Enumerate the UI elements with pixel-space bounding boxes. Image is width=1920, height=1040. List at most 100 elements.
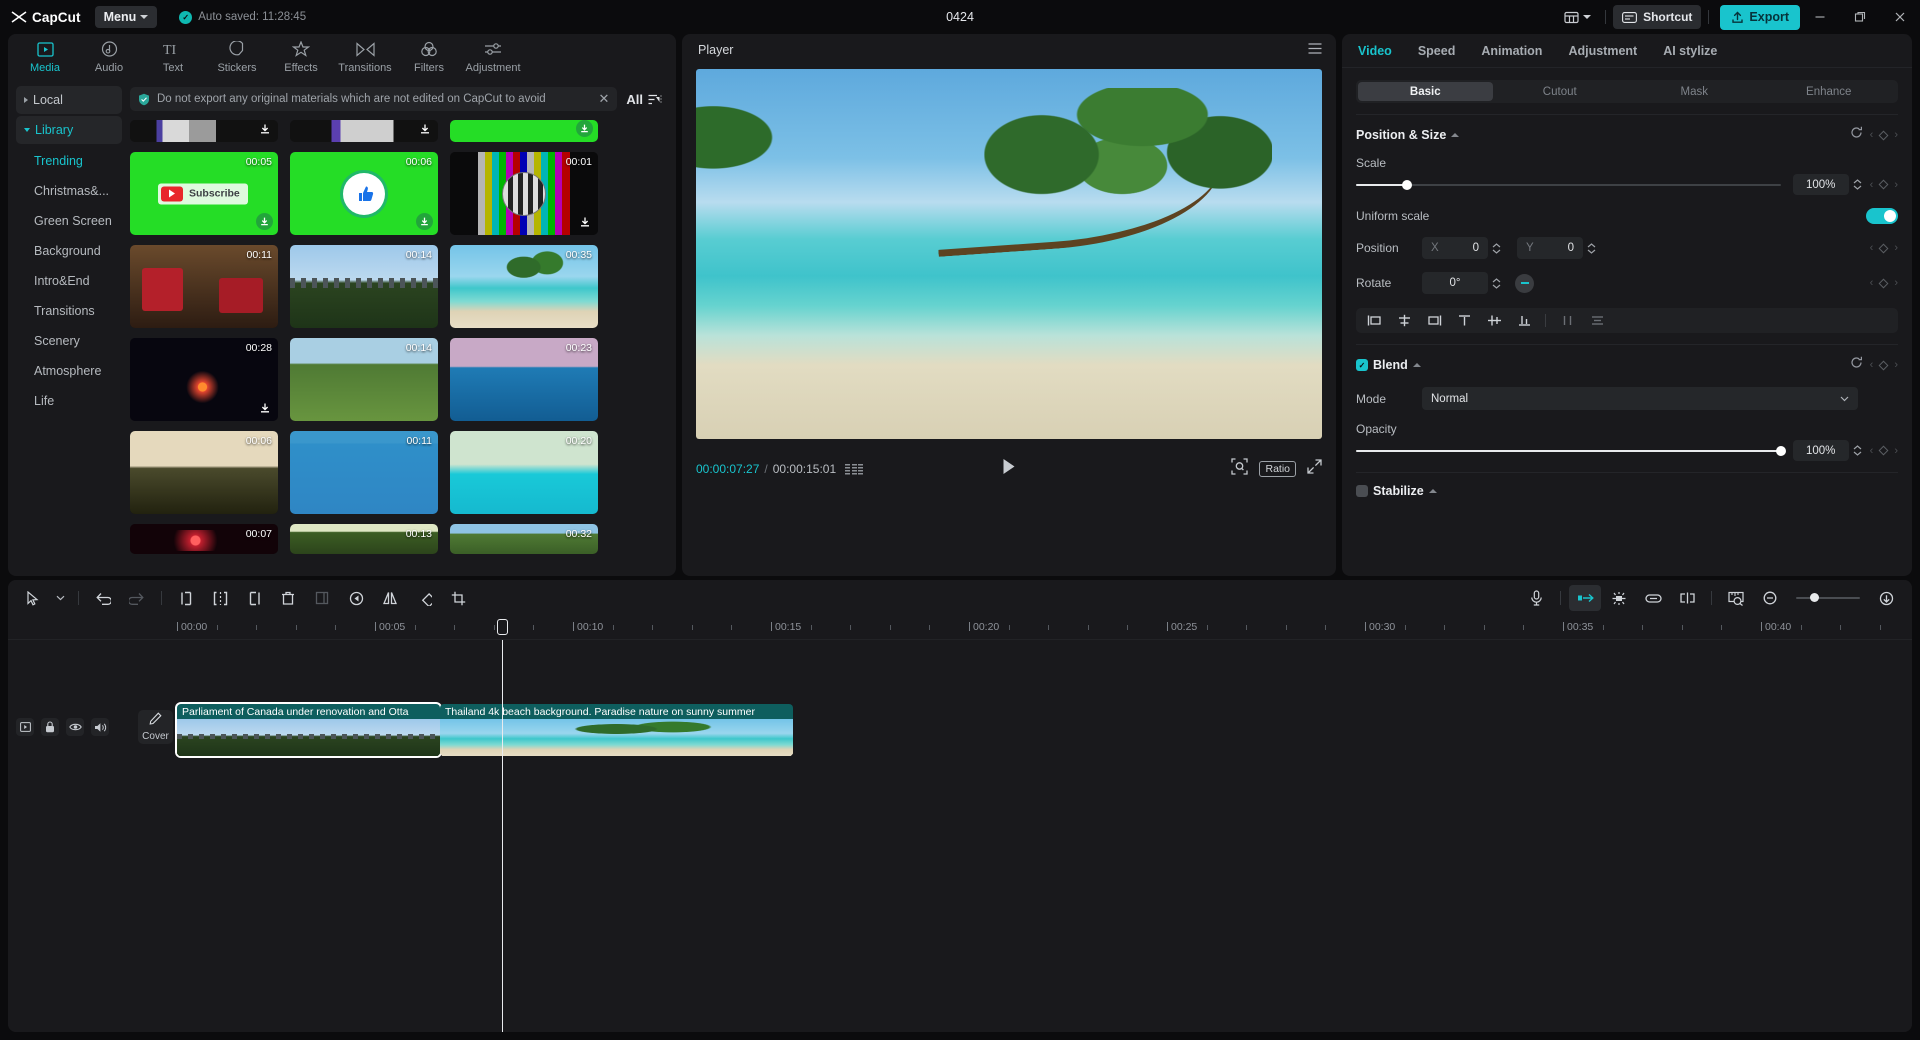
nav-tab-transitions[interactable]: Transitions	[334, 34, 396, 74]
media-item[interactable]	[130, 120, 278, 142]
delete-trash-icon[interactable]	[272, 585, 304, 611]
align-center-horizontal-icon[interactable]	[1390, 310, 1418, 331]
nav-tab-effects[interactable]: Effects	[270, 34, 332, 74]
timeline-clip[interactable]: Thailand 4k beach background. Paradise n…	[440, 704, 793, 756]
media-item[interactable]: 00:28	[130, 338, 278, 421]
keyframe-diamond-icon[interactable]	[1879, 278, 1889, 288]
keyframe-diamond-icon[interactable]	[1879, 446, 1889, 456]
media-item[interactable]: 00:01	[450, 152, 598, 235]
split-left-icon[interactable]	[170, 585, 202, 611]
sidebar-item-library[interactable]: Library	[16, 116, 122, 144]
layout-button[interactable]	[1557, 4, 1598, 30]
undo-icon[interactable]	[87, 585, 119, 611]
keyframe-diamond-icon[interactable]	[1879, 243, 1889, 253]
lock-icon[interactable]	[41, 718, 59, 736]
fullscreen-icon[interactable]	[1307, 459, 1322, 479]
play-button[interactable]	[1002, 458, 1017, 480]
prev-keyframe-icon[interactable]: ‹	[1870, 129, 1874, 141]
position-x-field[interactable]: X 0	[1422, 237, 1488, 259]
slider-knob[interactable]	[1776, 446, 1786, 456]
download-icon[interactable]	[416, 120, 433, 137]
media-item[interactable]: 00:11	[290, 431, 438, 514]
align-left-icon[interactable]	[1360, 310, 1388, 331]
tab-speed[interactable]: Speed	[1418, 44, 1456, 58]
media-item[interactable]: 00:07	[130, 524, 278, 554]
rotate-dial[interactable]	[1515, 274, 1534, 293]
playhead-handle[interactable]	[497, 619, 508, 635]
slider-knob[interactable]	[1402, 180, 1412, 190]
notice-close-icon[interactable]: ✕	[594, 91, 609, 107]
snap-magnet-icon[interactable]	[1569, 585, 1601, 611]
unlink-icon[interactable]	[1671, 585, 1703, 611]
uniform-scale-toggle[interactable]	[1866, 208, 1898, 224]
nav-tab-media[interactable]: Media	[14, 34, 76, 74]
timeline-zoom-slider[interactable]	[1796, 597, 1860, 599]
chevron-down-icon[interactable]	[50, 585, 70, 611]
keyframe-diamond-icon[interactable]	[1879, 360, 1889, 370]
prev-keyframe-icon[interactable]: ‹	[1870, 179, 1874, 191]
sidebar-item-life[interactable]: Life	[16, 386, 122, 416]
tab-adjustment[interactable]: Adjustment	[1568, 44, 1637, 58]
zoom-slider-knob[interactable]	[1810, 593, 1819, 602]
blend-mode-select[interactable]: Normal	[1422, 387, 1858, 410]
download-icon[interactable]	[256, 213, 273, 230]
select-arrow-icon[interactable]	[16, 585, 48, 611]
sidebar-item-atmosphere[interactable]: Atmosphere	[16, 356, 122, 386]
prev-keyframe-icon[interactable]: ‹	[1870, 277, 1874, 289]
timeline-playhead[interactable]	[502, 640, 503, 1032]
media-item[interactable]: 00:14	[290, 245, 438, 328]
microphone-icon[interactable]	[1520, 585, 1552, 611]
volume-icon[interactable]	[91, 718, 109, 736]
split-right-icon[interactable]	[238, 585, 270, 611]
media-item[interactable]	[290, 120, 438, 142]
auto-adjust-icon[interactable]	[1603, 585, 1635, 611]
media-item[interactable]: 00:32	[450, 524, 598, 554]
next-keyframe-icon[interactable]: ›	[1894, 179, 1898, 191]
position-x-stepper[interactable]	[1492, 243, 1501, 254]
distribute-horizontal-icon[interactable]	[1553, 310, 1581, 331]
align-bottom-icon[interactable]	[1510, 310, 1538, 331]
zoom-out-icon[interactable]	[1754, 585, 1786, 611]
sidebar-item-local[interactable]: Local	[16, 86, 122, 114]
distribute-vertical-icon[interactable]	[1583, 310, 1611, 331]
media-item[interactable]: 00:23	[450, 338, 598, 421]
segment-enhance[interactable]: Enhance	[1762, 82, 1897, 101]
opacity-stepper[interactable]	[1853, 445, 1862, 456]
close-button[interactable]	[1880, 0, 1920, 34]
collapse-icon[interactable]	[1451, 133, 1459, 137]
prev-keyframe-icon[interactable]: ‹	[1870, 359, 1874, 371]
eye-icon[interactable]	[66, 718, 84, 736]
prev-keyframe-icon[interactable]: ‹	[1870, 445, 1874, 457]
align-right-icon[interactable]	[1420, 310, 1448, 331]
filter-all-button[interactable]: All	[626, 92, 666, 107]
next-keyframe-icon[interactable]: ›	[1894, 277, 1898, 289]
link-icon[interactable]	[1637, 585, 1669, 611]
rotate-stepper[interactable]	[1492, 278, 1501, 289]
next-keyframe-icon[interactable]: ›	[1894, 445, 1898, 457]
freeze-frame-icon[interactable]	[306, 585, 338, 611]
align-center-vertical-icon[interactable]	[1480, 310, 1508, 331]
player-canvas[interactable]	[696, 69, 1322, 439]
mirror-icon[interactable]	[374, 585, 406, 611]
segment-mask[interactable]: Mask	[1627, 82, 1762, 101]
export-button[interactable]: Export	[1720, 5, 1800, 30]
tab-video[interactable]: Video	[1358, 44, 1392, 58]
next-keyframe-icon[interactable]: ›	[1894, 359, 1898, 371]
opacity-slider[interactable]	[1356, 444, 1781, 458]
nav-tab-adjustment[interactable]: Adjustment	[462, 34, 524, 74]
frames-icon[interactable]	[845, 464, 863, 475]
menu-button[interactable]: Menu	[95, 6, 158, 28]
shortcut-button[interactable]: Shortcut	[1613, 5, 1701, 29]
download-icon[interactable]	[256, 399, 273, 416]
download-icon[interactable]	[576, 213, 593, 230]
zoom-in-fit-icon[interactable]	[1870, 585, 1902, 611]
hamburger-icon[interactable]	[1308, 41, 1322, 59]
reverse-icon[interactable]	[340, 585, 372, 611]
media-item[interactable]: 00:13	[290, 524, 438, 554]
segment-basic[interactable]: Basic	[1358, 82, 1493, 101]
segment-cutout[interactable]: Cutout	[1493, 82, 1628, 101]
prev-keyframe-icon[interactable]: ‹	[1870, 242, 1874, 254]
reset-icon[interactable]	[1850, 126, 1863, 144]
scale-stepper[interactable]	[1853, 179, 1862, 190]
maximize-button[interactable]	[1840, 0, 1880, 34]
